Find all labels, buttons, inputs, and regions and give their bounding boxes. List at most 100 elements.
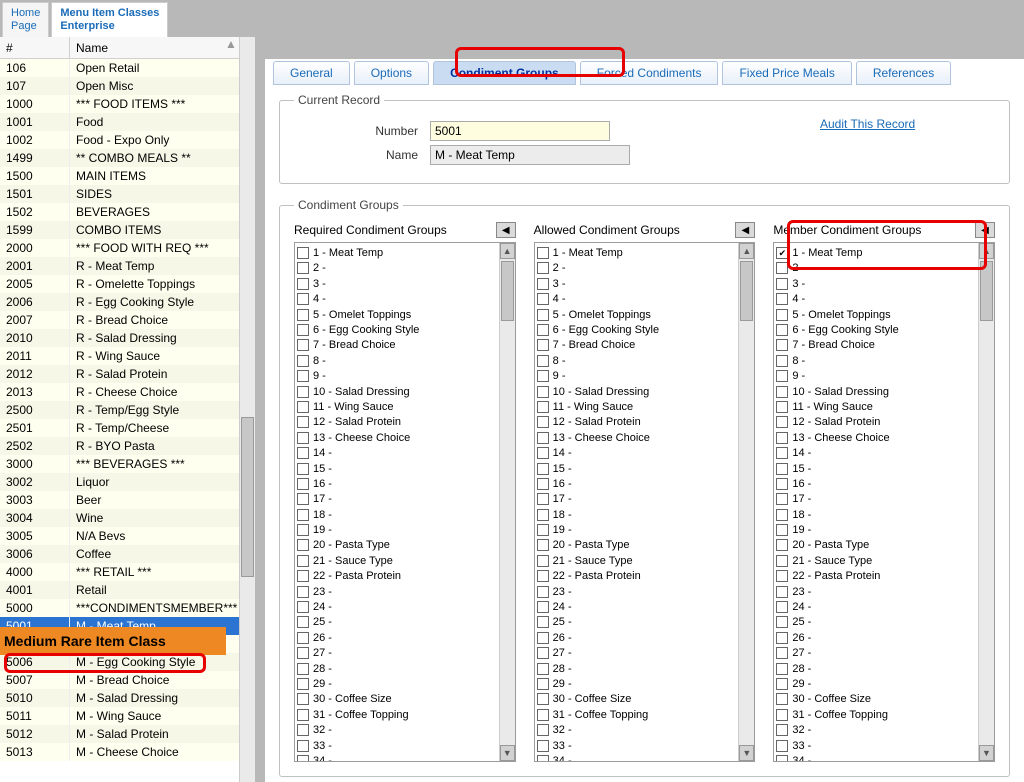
scrollbar-thumb[interactable] — [501, 261, 514, 321]
sidebar-row[interactable]: 1501SIDES — [0, 185, 239, 203]
cg-item[interactable]: 4 - — [776, 292, 976, 307]
cg-item[interactable]: 8 - — [297, 353, 497, 368]
tab-forced-condiments[interactable]: Forced Condiments — [580, 61, 719, 85]
checkbox-icon[interactable] — [537, 493, 549, 505]
cg-scrollbar[interactable]: ▲▼ — [499, 243, 515, 761]
cg-item[interactable]: 27 - — [297, 646, 497, 661]
sidebar-row[interactable]: 3000*** BEVERAGES *** — [0, 455, 239, 473]
sidebar-row[interactable]: 5012M - Salad Protein — [0, 725, 239, 743]
checkbox-icon[interactable] — [297, 678, 309, 690]
sidebar-row[interactable]: 2001R - Meat Temp — [0, 257, 239, 275]
cg-item[interactable]: 3 - — [537, 276, 737, 291]
checkbox-icon[interactable] — [537, 509, 549, 521]
sidebar-row[interactable]: 2501R - Temp/Cheese — [0, 419, 239, 437]
checkbox-icon[interactable] — [537, 386, 549, 398]
cg-item[interactable]: 32 - — [297, 722, 497, 737]
cg-item[interactable]: 19 - — [776, 522, 976, 537]
checkbox-icon[interactable] — [776, 570, 788, 582]
sidebar-col-num[interactable]: # — [0, 37, 70, 58]
sidebar-row[interactable]: 5000***CONDIMENTSMEMBER*** — [0, 599, 239, 617]
sidebar-row[interactable]: 5006M - Egg Cooking Style — [0, 653, 239, 671]
cg-item[interactable]: 12 - Salad Protein — [776, 415, 976, 430]
scrollbar-thumb[interactable] — [241, 417, 254, 577]
cg-item[interactable]: 1 - Meat Temp — [776, 245, 976, 260]
cg-item[interactable]: 22 - Pasta Protein — [297, 569, 497, 584]
sidebar-row[interactable]: 4001Retail — [0, 581, 239, 599]
cg-item[interactable]: 19 - — [297, 522, 497, 537]
checkbox-icon[interactable] — [297, 555, 309, 567]
checkbox-icon[interactable] — [297, 309, 309, 321]
checkbox-icon[interactable] — [537, 555, 549, 567]
nav-left-icon[interactable]: ◀ — [735, 222, 755, 238]
cg-item[interactable]: 16 - — [297, 476, 497, 491]
checkbox-icon[interactable] — [297, 663, 309, 675]
checkbox-icon[interactable] — [537, 401, 549, 413]
sidebar-row[interactable]: 3004Wine — [0, 509, 239, 527]
checkbox-icon[interactable] — [297, 463, 309, 475]
cg-scrollbar[interactable]: ▲▼ — [738, 243, 754, 761]
cg-item[interactable]: 19 - — [537, 522, 737, 537]
checkbox-icon[interactable] — [776, 740, 788, 752]
number-input[interactable] — [430, 121, 610, 141]
sidebar-row[interactable]: 2006R - Egg Cooking Style — [0, 293, 239, 311]
checkbox-icon[interactable] — [776, 247, 788, 259]
cg-item[interactable]: 18 - — [537, 507, 737, 522]
checkbox-icon[interactable] — [537, 524, 549, 536]
cg-item[interactable]: 25 - — [297, 615, 497, 630]
cg-item[interactable]: 4 - — [297, 292, 497, 307]
cg-item[interactable]: 33 - — [297, 738, 497, 753]
checkbox-icon[interactable] — [297, 740, 309, 752]
cg-item[interactable]: 12 - Salad Protein — [297, 415, 497, 430]
checkbox-icon[interactable] — [537, 755, 549, 761]
cg-item[interactable]: 16 - — [537, 476, 737, 491]
sidebar-row[interactable]: 1002Food - Expo Only — [0, 131, 239, 149]
cg-item[interactable]: 13 - Cheese Choice — [776, 430, 976, 445]
checkbox-icon[interactable] — [776, 293, 788, 305]
sidebar-row[interactable]: 1499** COMBO MEALS ** — [0, 149, 239, 167]
nav-left-icon[interactable]: ◀ — [496, 222, 516, 238]
checkbox-icon[interactable] — [297, 370, 309, 382]
checkbox-icon[interactable] — [776, 278, 788, 290]
sidebar-row[interactable]: 3003Beer — [0, 491, 239, 509]
checkbox-icon[interactable] — [776, 339, 788, 351]
checkbox-icon[interactable] — [297, 493, 309, 505]
cg-item[interactable]: 22 - Pasta Protein — [776, 569, 976, 584]
sidebar-list[interactable]: 106Open Retail107Open Misc1000*** FOOD I… — [0, 59, 239, 782]
checkbox-icon[interactable] — [776, 355, 788, 367]
cg-item[interactable]: 32 - — [776, 722, 976, 737]
cg-item[interactable]: 2 - — [537, 261, 737, 276]
cg-item[interactable]: 21 - Sauce Type — [776, 553, 976, 568]
scroll-down-icon[interactable]: ▼ — [979, 745, 994, 761]
cg-item[interactable]: 31 - Coffee Topping — [776, 707, 976, 722]
checkbox-icon[interactable] — [776, 386, 788, 398]
checkbox-icon[interactable] — [297, 339, 309, 351]
checkbox-icon[interactable] — [297, 262, 309, 274]
checkbox-icon[interactable] — [776, 539, 788, 551]
cg-item[interactable]: 5 - Omelet Toppings — [776, 307, 976, 322]
file-tab-home[interactable]: Home Page — [2, 2, 49, 37]
sidebar-row[interactable]: 5013M - Cheese Choice — [0, 743, 239, 761]
cg-item[interactable]: 34 - — [776, 753, 976, 761]
cg-item[interactable]: 17 - — [776, 492, 976, 507]
cg-item[interactable]: 34 - — [297, 753, 497, 761]
cg-item[interactable]: 18 - — [776, 507, 976, 522]
checkbox-icon[interactable] — [776, 647, 788, 659]
checkbox-icon[interactable] — [297, 478, 309, 490]
checkbox-icon[interactable] — [537, 416, 549, 428]
cg-item[interactable]: 6 - Egg Cooking Style — [537, 322, 737, 337]
checkbox-icon[interactable] — [537, 447, 549, 459]
cg-list-member[interactable]: 1 - Meat Temp2 -3 -4 -5 - Omelet Topping… — [773, 242, 995, 762]
checkbox-icon[interactable] — [297, 586, 309, 598]
cg-item[interactable]: 11 - Wing Sauce — [297, 399, 497, 414]
sidebar-row[interactable]: 1599COMBO ITEMS — [0, 221, 239, 239]
cg-item[interactable]: 20 - Pasta Type — [297, 538, 497, 553]
cg-item[interactable]: 26 - — [537, 630, 737, 645]
checkbox-icon[interactable] — [297, 755, 309, 761]
checkbox-icon[interactable] — [776, 678, 788, 690]
scroll-up-icon[interactable]: ▲ — [500, 243, 515, 259]
checkbox-icon[interactable] — [297, 724, 309, 736]
cg-item[interactable]: 29 - — [297, 676, 497, 691]
checkbox-icon[interactable] — [776, 663, 788, 675]
sidebar-row[interactable]: 5011M - Wing Sauce — [0, 707, 239, 725]
checkbox-icon[interactable] — [297, 355, 309, 367]
